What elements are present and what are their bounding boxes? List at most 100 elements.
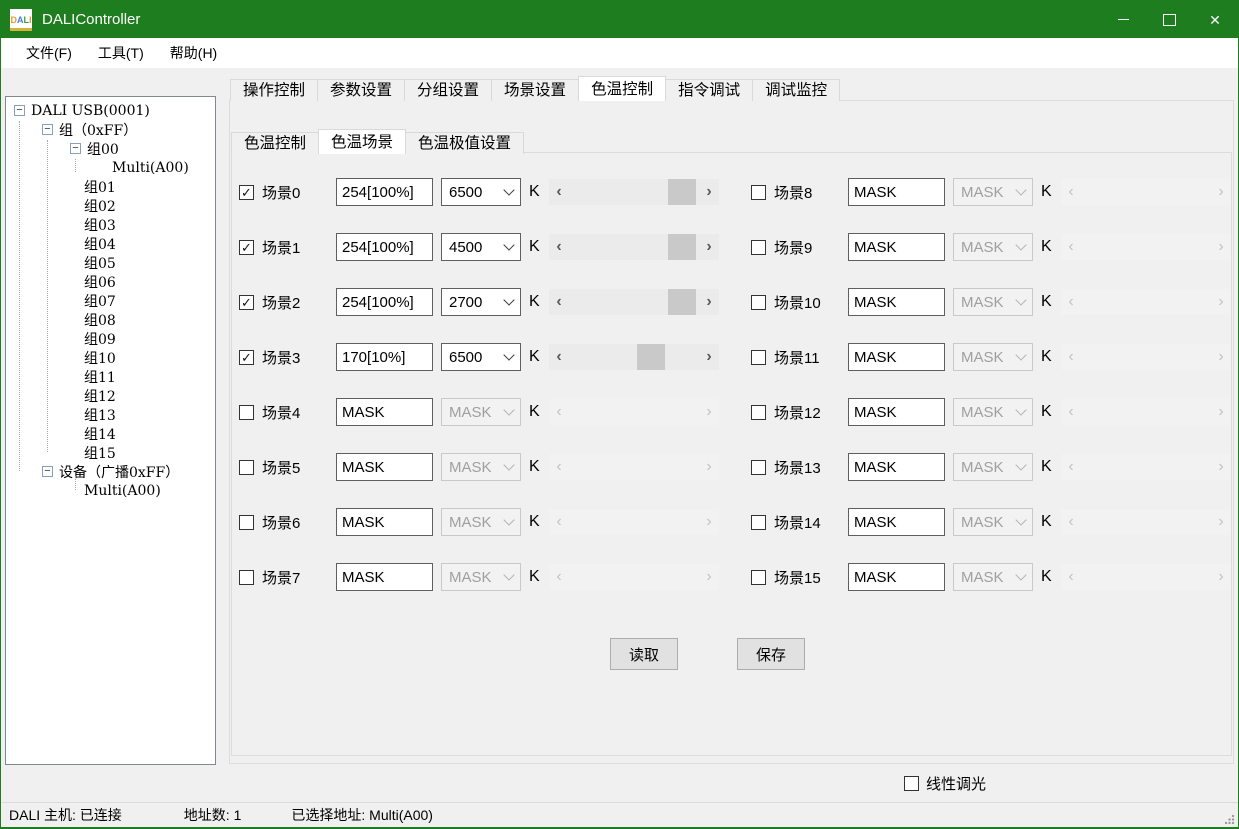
scene-level-input[interactable] bbox=[336, 233, 433, 261]
scene-checkbox[interactable] bbox=[751, 185, 766, 200]
scene-level-input[interactable] bbox=[336, 508, 433, 536]
scene-checkbox[interactable] bbox=[751, 295, 766, 310]
scroll-right-icon[interactable]: › bbox=[1211, 509, 1231, 535]
tree-node-label[interactable]: 组13 bbox=[84, 405, 116, 425]
scene-cct-select[interactable]: 4500 bbox=[441, 233, 521, 261]
tree-node-label[interactable]: 组01 bbox=[84, 177, 116, 197]
scene-level-scrollbar[interactable]: ‹ › bbox=[549, 564, 719, 590]
scene-checkbox[interactable] bbox=[751, 405, 766, 420]
main-tab-4[interactable]: 色温控制 bbox=[578, 76, 666, 101]
tree-node-label[interactable]: 组07 bbox=[84, 291, 116, 311]
scrollbar-track[interactable] bbox=[1081, 564, 1211, 590]
scroll-left-icon[interactable]: ‹ bbox=[549, 289, 569, 315]
resize-grip[interactable] bbox=[1225, 814, 1235, 824]
tree-node[interactable]: 组03 bbox=[6, 215, 215, 234]
main-tab-1[interactable]: 参数设置 bbox=[317, 79, 405, 101]
collapse-icon[interactable]: − bbox=[42, 124, 53, 135]
scroll-right-icon[interactable]: › bbox=[1211, 234, 1231, 260]
tree-node-label[interactable]: 组（0xFF） bbox=[59, 120, 137, 140]
scroll-left-icon[interactable]: ‹ bbox=[1061, 564, 1081, 590]
minimize-button[interactable] bbox=[1100, 1, 1146, 38]
scene-checkbox[interactable] bbox=[751, 460, 766, 475]
scene-level-input[interactable] bbox=[848, 343, 945, 371]
scene-cct-select[interactable]: MASK bbox=[953, 563, 1033, 591]
tree-node[interactable]: Multi(A00) bbox=[6, 481, 215, 500]
menu-item[interactable]: 帮助(H) bbox=[157, 43, 230, 63]
scene-level-scrollbar[interactable]: ‹ › bbox=[1061, 179, 1231, 205]
scene-level-input[interactable] bbox=[848, 563, 945, 591]
scrollbar-track[interactable] bbox=[1081, 344, 1211, 370]
tree-node-label[interactable]: 组04 bbox=[84, 234, 116, 254]
scene-level-scrollbar[interactable]: ‹ › bbox=[1061, 289, 1231, 315]
tree-node[interactable]: 组09 bbox=[6, 329, 215, 348]
scene-cct-select[interactable]: 6500 bbox=[441, 343, 521, 371]
scene-cct-select[interactable]: MASK bbox=[441, 398, 521, 426]
scene-cct-select[interactable]: MASK bbox=[953, 398, 1033, 426]
scene-cct-select[interactable]: MASK bbox=[953, 178, 1033, 206]
close-button[interactable]: ✕ bbox=[1192, 1, 1238, 38]
scene-level-input[interactable] bbox=[848, 398, 945, 426]
save-button[interactable]: 保存 bbox=[737, 638, 805, 670]
scene-checkbox[interactable]: ✓ bbox=[239, 295, 254, 310]
main-tab-2[interactable]: 分组设置 bbox=[404, 79, 492, 101]
scene-level-input[interactable] bbox=[336, 453, 433, 481]
tree-node-label[interactable]: 组10 bbox=[84, 348, 116, 368]
scene-checkbox[interactable] bbox=[751, 515, 766, 530]
scrollbar-thumb[interactable] bbox=[668, 234, 696, 260]
scene-level-scrollbar[interactable]: ‹ › bbox=[1061, 344, 1231, 370]
linear-dimming-checkbox[interactable] bbox=[904, 776, 919, 791]
scroll-left-icon[interactable]: ‹ bbox=[1061, 289, 1081, 315]
scene-checkbox[interactable] bbox=[239, 460, 254, 475]
scrollbar-track[interactable] bbox=[1081, 454, 1211, 480]
tree-node[interactable]: 组15 bbox=[6, 443, 215, 462]
tree-node[interactable]: 组13 bbox=[6, 405, 215, 424]
main-tab-3[interactable]: 场景设置 bbox=[491, 79, 579, 101]
menu-item[interactable]: 文件(F) bbox=[13, 43, 85, 63]
scrollbar-track[interactable] bbox=[1081, 509, 1211, 535]
scroll-left-icon[interactable]: ‹ bbox=[549, 234, 569, 260]
scroll-right-icon[interactable]: › bbox=[1211, 454, 1231, 480]
tree-node[interactable]: 组07 bbox=[6, 291, 215, 310]
tree-node[interactable]: −组（0xFF） bbox=[6, 120, 215, 139]
scene-level-scrollbar[interactable]: ‹ › bbox=[549, 344, 719, 370]
scene-level-input[interactable] bbox=[336, 398, 433, 426]
scene-checkbox[interactable]: ✓ bbox=[239, 350, 254, 365]
main-tab-6[interactable]: 调试监控 bbox=[752, 79, 840, 101]
tree-node-label[interactable]: DALI USB(0001) bbox=[31, 103, 150, 119]
scene-cct-select[interactable]: MASK bbox=[441, 563, 521, 591]
scene-checkbox[interactable] bbox=[751, 350, 766, 365]
scrollbar-track[interactable] bbox=[569, 454, 699, 480]
read-button[interactable]: 读取 bbox=[610, 638, 678, 670]
scroll-left-icon[interactable]: ‹ bbox=[549, 454, 569, 480]
tree-node-label[interactable]: 组06 bbox=[84, 272, 116, 292]
scrollbar-track[interactable] bbox=[569, 509, 699, 535]
scene-checkbox[interactable] bbox=[239, 515, 254, 530]
scene-cct-select[interactable]: MASK bbox=[953, 288, 1033, 316]
scrollbar-track[interactable] bbox=[1081, 399, 1211, 425]
tree-node-label[interactable]: 组08 bbox=[84, 310, 116, 330]
scroll-left-icon[interactable]: ‹ bbox=[1061, 454, 1081, 480]
scene-checkbox[interactable] bbox=[239, 570, 254, 585]
scene-cct-select[interactable]: MASK bbox=[953, 453, 1033, 481]
scroll-left-icon[interactable]: ‹ bbox=[1061, 234, 1081, 260]
scroll-right-icon[interactable]: › bbox=[699, 399, 719, 425]
scene-level-input[interactable] bbox=[336, 178, 433, 206]
scroll-right-icon[interactable]: › bbox=[699, 289, 719, 315]
scroll-left-icon[interactable]: ‹ bbox=[549, 399, 569, 425]
scrollbar-track[interactable] bbox=[1081, 289, 1211, 315]
scroll-right-icon[interactable]: › bbox=[1211, 289, 1231, 315]
scene-cct-select[interactable]: MASK bbox=[953, 343, 1033, 371]
tree-node-label[interactable]: 组05 bbox=[84, 253, 116, 273]
scrollbar-track[interactable] bbox=[569, 344, 699, 370]
scroll-right-icon[interactable]: › bbox=[1211, 564, 1231, 590]
scrollbar-track[interactable] bbox=[1081, 179, 1211, 205]
collapse-icon[interactable]: − bbox=[14, 105, 25, 116]
tree-node[interactable]: 组05 bbox=[6, 253, 215, 272]
scrollbar-track[interactable] bbox=[569, 179, 699, 205]
tree-node-label[interactable]: 组14 bbox=[84, 424, 116, 444]
scroll-left-icon[interactable]: ‹ bbox=[1061, 509, 1081, 535]
scroll-left-icon[interactable]: ‹ bbox=[549, 179, 569, 205]
scrollbar-thumb[interactable] bbox=[668, 179, 696, 205]
scene-level-input[interactable] bbox=[336, 563, 433, 591]
scene-checkbox[interactable] bbox=[751, 570, 766, 585]
